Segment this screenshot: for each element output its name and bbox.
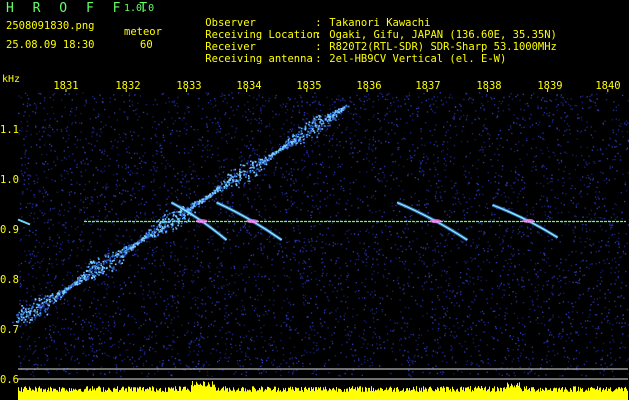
frequency-label: 1.0 [0,174,19,186]
info-key: Receiving antenna [205,53,313,65]
frequency-label: 0.6 [0,374,19,386]
meteor-echo-peak [429,219,442,224]
mode-count: 60 [140,39,153,51]
time-label: 1838 [476,80,502,92]
time-label: 1837 [415,80,441,92]
mode-label: meteor [124,26,162,38]
app-version: 1.0.0 [124,3,155,14]
frequency-label: 0.9 [0,224,19,236]
frequency-label: 0.8 [0,274,19,286]
time-label: 1836 [356,80,382,92]
frequency-label: 0.7 [0,324,19,336]
time-label: 1840 [595,80,621,92]
hrofft-window: H R O F F T 1.0.0 2508091830.png meteor … [0,0,629,400]
time-label: 1831 [53,80,79,92]
info-value: 2el-HB9CV Vertical (el. E-W) [329,53,507,65]
info-row-antenna: Receiving antenna:2el-HB9CV Vertical (el… [180,41,506,77]
meteor-echo-peak [522,218,535,223]
time-label: 1832 [115,80,141,92]
frequency-label: 1.1 [0,124,19,136]
timestamp: 25.08.09 18:30 [6,39,95,51]
file-name: 2508091830.png [6,20,95,32]
info-separator: : [315,53,322,65]
time-label: 1833 [176,80,202,92]
time-label: 1835 [296,80,322,92]
time-label: 1834 [236,80,262,92]
plot-background [18,92,628,400]
time-label: 1839 [537,80,563,92]
frequency-unit-label: kHz [2,74,21,85]
